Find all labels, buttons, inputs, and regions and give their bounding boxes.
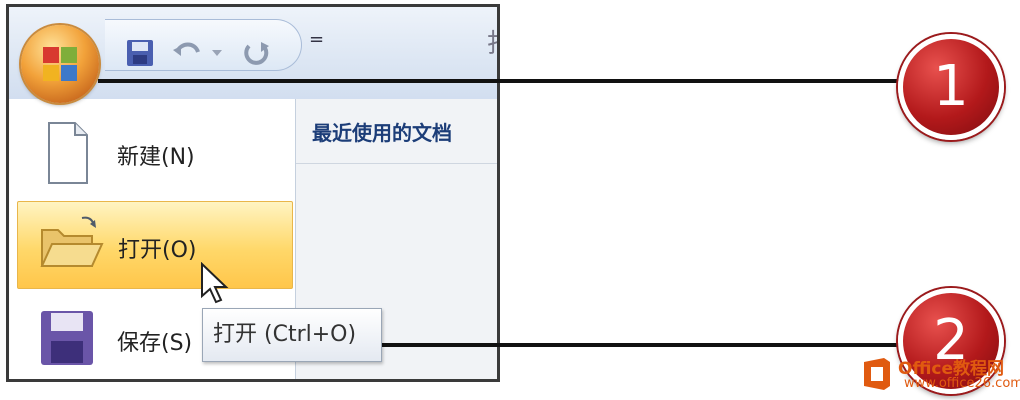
office-logo-icon bbox=[43, 47, 77, 81]
callout-1-badge: 1 bbox=[898, 34, 1004, 140]
mouse-cursor-icon bbox=[201, 262, 229, 304]
window-title: 打 bbox=[487, 23, 497, 60]
watermark-url: www.office26.com bbox=[904, 376, 1020, 391]
watermark: Office教程网 www.office26.com bbox=[860, 352, 1020, 398]
customize-qat-button[interactable]: = bbox=[309, 29, 324, 50]
undo-dropdown-icon[interactable] bbox=[211, 48, 223, 58]
callout-2-leader-line bbox=[372, 343, 900, 347]
quick-access-toolbar bbox=[105, 19, 302, 71]
open-folder-icon bbox=[40, 216, 104, 267]
menu-item-label: 新建(N) bbox=[117, 145, 195, 170]
redo-icon[interactable] bbox=[241, 38, 273, 68]
open-tooltip: 打开 (Ctrl+O) bbox=[202, 308, 382, 362]
callout-1-leader-line bbox=[98, 79, 898, 83]
recent-documents-header: 最近使用的文档 bbox=[296, 99, 497, 164]
save-icon[interactable] bbox=[125, 38, 155, 68]
menu-item-open[interactable]: 打开(O) bbox=[17, 201, 293, 289]
menu-item-label: 打开(O) bbox=[118, 238, 197, 263]
menu-item-new[interactable]: 新建(N) bbox=[17, 109, 293, 197]
new-document-icon bbox=[48, 122, 88, 184]
undo-icon[interactable] bbox=[171, 38, 205, 68]
save-disk-icon bbox=[41, 311, 93, 365]
watermark-logo-icon bbox=[864, 358, 890, 390]
menu-item-label: 保存(S) bbox=[117, 331, 193, 356]
recent-documents-title: 最近使用的文档 bbox=[312, 121, 452, 145]
office-button[interactable] bbox=[21, 25, 99, 103]
